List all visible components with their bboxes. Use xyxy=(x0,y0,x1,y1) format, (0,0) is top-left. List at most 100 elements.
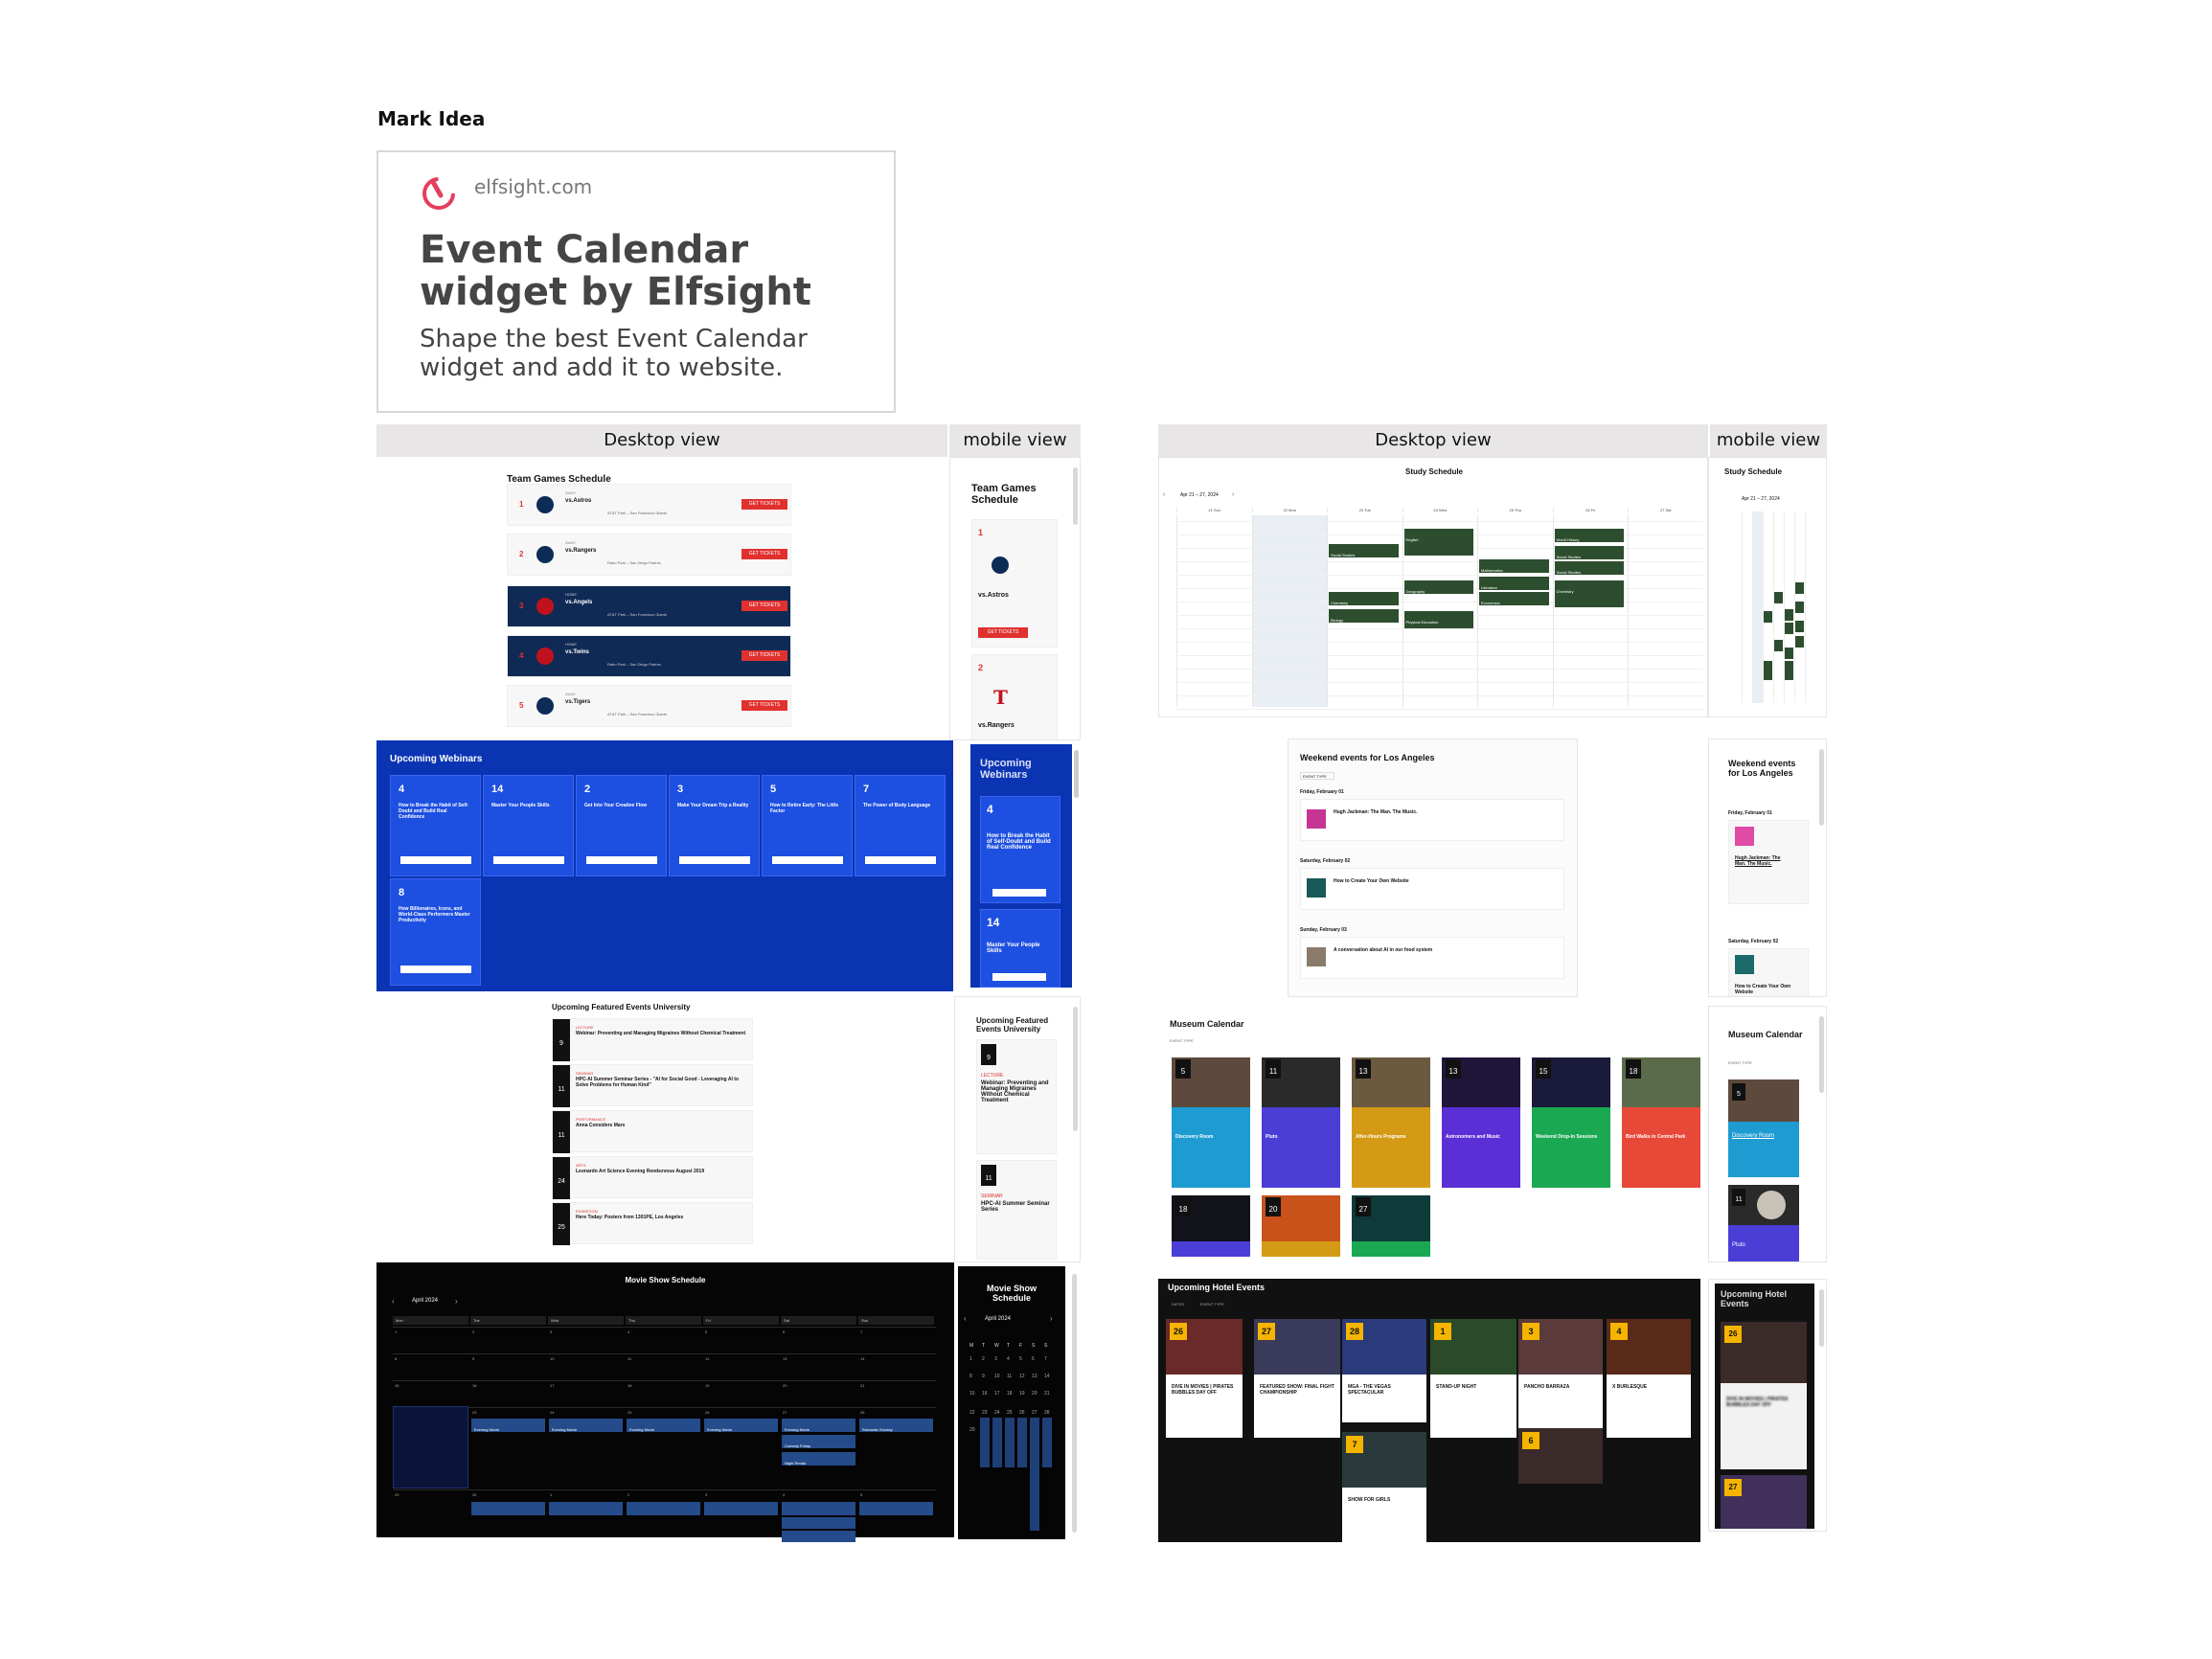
movie-event-chip[interactable]: Evening Movie xyxy=(471,1419,545,1432)
museum-tile[interactable]: 13 After-Hours Programs xyxy=(1352,1057,1430,1188)
class-block[interactable] xyxy=(1795,602,1804,613)
museum-tile[interactable]: 18 xyxy=(1172,1195,1250,1257)
class-block[interactable] xyxy=(1785,648,1793,659)
calendar-day[interactable]: 5 xyxy=(705,1329,707,1334)
movie-event-chip[interactable] xyxy=(704,1502,778,1515)
calendar-day[interactable]: 12 xyxy=(705,1356,709,1361)
movie-event-chip[interactable]: Evening Movie xyxy=(704,1419,778,1432)
hotel-event-card[interactable]: MGA - THE VEGAS SPECTACULAR xyxy=(1342,1375,1426,1422)
hotel-event-card[interactable]: X BURLESQUE xyxy=(1607,1375,1691,1438)
calendar-day[interactable]: 9 xyxy=(472,1356,474,1361)
calendar-day[interactable]: 19 xyxy=(705,1383,709,1388)
calendar-day[interactable]: 2 xyxy=(472,1329,474,1334)
game-row[interactable]: 3 HOME vs.Angels AT&T Park – San Francisco … xyxy=(507,585,791,627)
scrollbar[interactable] xyxy=(1819,749,1824,826)
class-block[interactable]: Economics xyxy=(1479,592,1549,605)
calendar-day[interactable]: 15 xyxy=(969,1391,975,1397)
calendar-day[interactable]: 11 xyxy=(627,1356,631,1361)
get-tickets-button[interactable]: GET TICKETS xyxy=(741,700,787,711)
movie-event-chip[interactable]: Comedy Friday xyxy=(782,1435,855,1448)
event-type-filter[interactable]: EVENT TYPE xyxy=(1300,772,1334,780)
calendar-day[interactable]: 13 xyxy=(1032,1374,1038,1379)
game-row[interactable]: 5 AWAY vs.Tigers AT&T Park – San Francisco … xyxy=(507,685,791,727)
weekend-mobile-event[interactable]: How to Create Your Own Website xyxy=(1728,948,1809,996)
class-block[interactable] xyxy=(1774,592,1783,603)
prev-month-button[interactable]: ‹ xyxy=(964,1314,967,1323)
calendar-day[interactable]: 16 xyxy=(472,1383,476,1388)
calendar-day[interactable]: 22 xyxy=(969,1410,975,1416)
calendar-day[interactable]: 9 xyxy=(982,1374,985,1379)
movie-event-chip[interactable]: Evening Movie xyxy=(549,1419,623,1432)
mobile-webinar-card[interactable]: 4 How to Break the Habit of Self-Doubt a… xyxy=(980,796,1060,903)
get-tickets-button[interactable]: GET TICKETS xyxy=(741,601,787,611)
calendar-day[interactable]: 5 xyxy=(1019,1356,1022,1362)
calendar-day[interactable]: 16 xyxy=(982,1391,988,1397)
mobile-university-card[interactable]: 11 SEMINAR HPC-AI Summer Seminar Series xyxy=(976,1160,1057,1260)
movie-event-chip[interactable]: Evening Movie xyxy=(782,1419,855,1432)
game-row[interactable]: 4 HOME vs.Twins Rabo Park – San Diego Padre… xyxy=(507,635,791,677)
class-block[interactable] xyxy=(1785,609,1793,621)
calendar-day[interactable]: 2 xyxy=(627,1492,629,1497)
hotel-event-card[interactable]: STAND-UP NIGHT xyxy=(1430,1375,1516,1438)
calendar-day[interactable]: 20 xyxy=(783,1383,787,1388)
calendar-day[interactable]: 4 xyxy=(783,1492,785,1497)
register-now-button[interactable] xyxy=(493,856,564,864)
register-now-button[interactable] xyxy=(586,856,657,864)
calendar-day[interactable]: 26 xyxy=(705,1410,709,1415)
class-block[interactable] xyxy=(1795,621,1804,632)
movie-event-chip[interactable] xyxy=(549,1502,623,1515)
calendar-day[interactable]: 1 xyxy=(969,1356,972,1362)
museum-tile[interactable]: 13 Astronomers and Music xyxy=(1442,1057,1520,1188)
dates-filter[interactable]: DATES xyxy=(1172,1302,1184,1307)
university-event-row[interactable]: 9 LECTURE Webinar: Preventing and Managing… xyxy=(552,1018,753,1061)
museum-tile[interactable]: 5 Discovery Room xyxy=(1172,1057,1250,1188)
webinar-card[interactable]: 14 Master Your People Skills xyxy=(483,775,574,876)
next-week-button[interactable]: › xyxy=(1232,491,1234,498)
class-block[interactable]: Chemistry xyxy=(1329,592,1399,605)
next-month-button[interactable]: › xyxy=(455,1297,458,1306)
calendar-day[interactable]: 4 xyxy=(627,1329,629,1334)
scrollbar[interactable] xyxy=(1072,1274,1077,1533)
scrollbar[interactable] xyxy=(1819,1289,1824,1347)
calendar-day[interactable]: 2 xyxy=(982,1356,985,1362)
calendar-day[interactable]: 1 xyxy=(550,1492,552,1497)
register-now-button[interactable] xyxy=(400,966,471,973)
event-type-filter[interactable]: EVENT TYPE xyxy=(1170,1038,1194,1043)
movie-event-chip[interactable] xyxy=(782,1502,855,1515)
calendar-day[interactable]: 23 xyxy=(472,1410,476,1415)
class-block[interactable] xyxy=(1785,661,1793,680)
calendar-day[interactable]: 23 xyxy=(982,1410,988,1416)
calendar-day[interactable]: 14 xyxy=(860,1356,864,1361)
calendar-day[interactable]: 28 xyxy=(860,1410,864,1415)
movie-event-chip[interactable]: Evening Movie xyxy=(627,1419,700,1432)
calendar-day[interactable]: 30 xyxy=(472,1492,476,1497)
class-block[interactable]: Geography xyxy=(1403,580,1473,594)
class-block[interactable] xyxy=(1785,623,1793,634)
calendar-day[interactable]: 27 xyxy=(783,1410,787,1415)
class-block[interactable]: Social Studies xyxy=(1554,546,1624,559)
webinar-card[interactable]: 3 Make Your Dream Trip a Reality xyxy=(669,775,760,876)
calendar-day[interactable]: 19 xyxy=(1019,1391,1025,1397)
class-block[interactable] xyxy=(1795,636,1804,648)
weekend-event-row[interactable]: A conversation about AI in our food syst… xyxy=(1300,937,1564,979)
get-tickets-button[interactable]: GET TICKETS xyxy=(741,549,787,559)
hotel-event-card[interactable]: FEATURED SHOW: FINAL FIGHT CHAMPIONSHIP xyxy=(1254,1375,1340,1438)
calendar-day[interactable]: 3 xyxy=(550,1329,552,1334)
movie-event-chip[interactable] xyxy=(859,1502,933,1515)
calendar-day[interactable]: 27 xyxy=(1032,1410,1038,1416)
class-block[interactable]: Social Studies xyxy=(1329,544,1399,557)
hotel-mobile-card[interactable]: DIVE IN MOVIES | PIRATES BUBBLES DAY OFF xyxy=(1721,1383,1807,1469)
class-block[interactable]: Social Studies xyxy=(1554,561,1624,575)
calendar-day[interactable]: 24 xyxy=(550,1410,554,1415)
calendar-day[interactable]: 17 xyxy=(550,1383,554,1388)
scrollbar[interactable] xyxy=(1073,1007,1078,1131)
university-event-row[interactable]: 11 PERFORMANCE Anna Considers Mars xyxy=(552,1110,753,1153)
calendar-day[interactable]: 29 xyxy=(969,1427,975,1433)
movie-event-chip[interactable] xyxy=(627,1502,700,1515)
class-block[interactable]: Mathematics xyxy=(1479,559,1549,573)
next-month-button[interactable]: › xyxy=(1050,1314,1053,1323)
mobile-webinar-card[interactable]: 14 Master Your People Skills xyxy=(980,909,1060,988)
webinar-card[interactable]: 2 Get Into Your Creative Flow xyxy=(576,775,667,876)
get-tickets-button[interactable]: GET TICKETS xyxy=(741,499,787,510)
calendar-day[interactable]: 26 xyxy=(1019,1410,1025,1416)
